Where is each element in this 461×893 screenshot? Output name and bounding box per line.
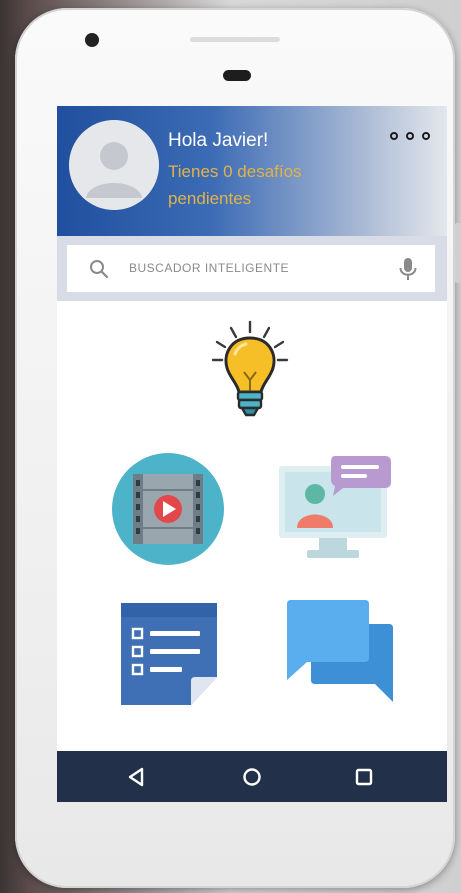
system-navigation-bar (57, 751, 447, 802)
user-avatar-icon[interactable] (69, 120, 159, 210)
back-triangle-icon[interactable] (123, 764, 149, 790)
search-input[interactable] (129, 253, 379, 283)
chat-bubbles-icon[interactable] (285, 598, 395, 704)
search-bar (67, 245, 435, 292)
video-film-icon[interactable] (111, 452, 225, 566)
microphone-icon[interactable] (397, 257, 419, 281)
video-call-monitor-icon[interactable] (277, 452, 393, 564)
background: Hola Javier! Tienes 0 desafíos pendiente… (0, 0, 461, 893)
front-camera (85, 33, 99, 47)
more-options-icon[interactable] (390, 128, 430, 144)
dot-icon (406, 132, 414, 140)
recent-apps-square-icon[interactable] (351, 764, 377, 790)
greeting-text: Hola Javier! (168, 130, 269, 151)
dot-icon (422, 132, 430, 140)
power-button (455, 223, 461, 283)
search-section (57, 236, 447, 301)
checklist-note-icon[interactable] (117, 601, 221, 707)
home-circle-icon[interactable] (239, 764, 265, 790)
app-screen: Hola Javier! Tienes 0 desafíos pendiente… (57, 106, 447, 802)
dot-icon (390, 132, 398, 140)
lightbulb-icon (211, 320, 289, 417)
pending-challenges-text: Tienes 0 desafíos pendientes (168, 162, 302, 208)
top-sensor-strip (190, 37, 280, 42)
earpiece-speaker (223, 70, 251, 81)
profile-header: Hola Javier! Tienes 0 desafíos pendiente… (57, 106, 447, 236)
search-icon[interactable] (89, 259, 109, 279)
phone-frame: Hola Javier! Tienes 0 desafíos pendiente… (15, 8, 461, 888)
